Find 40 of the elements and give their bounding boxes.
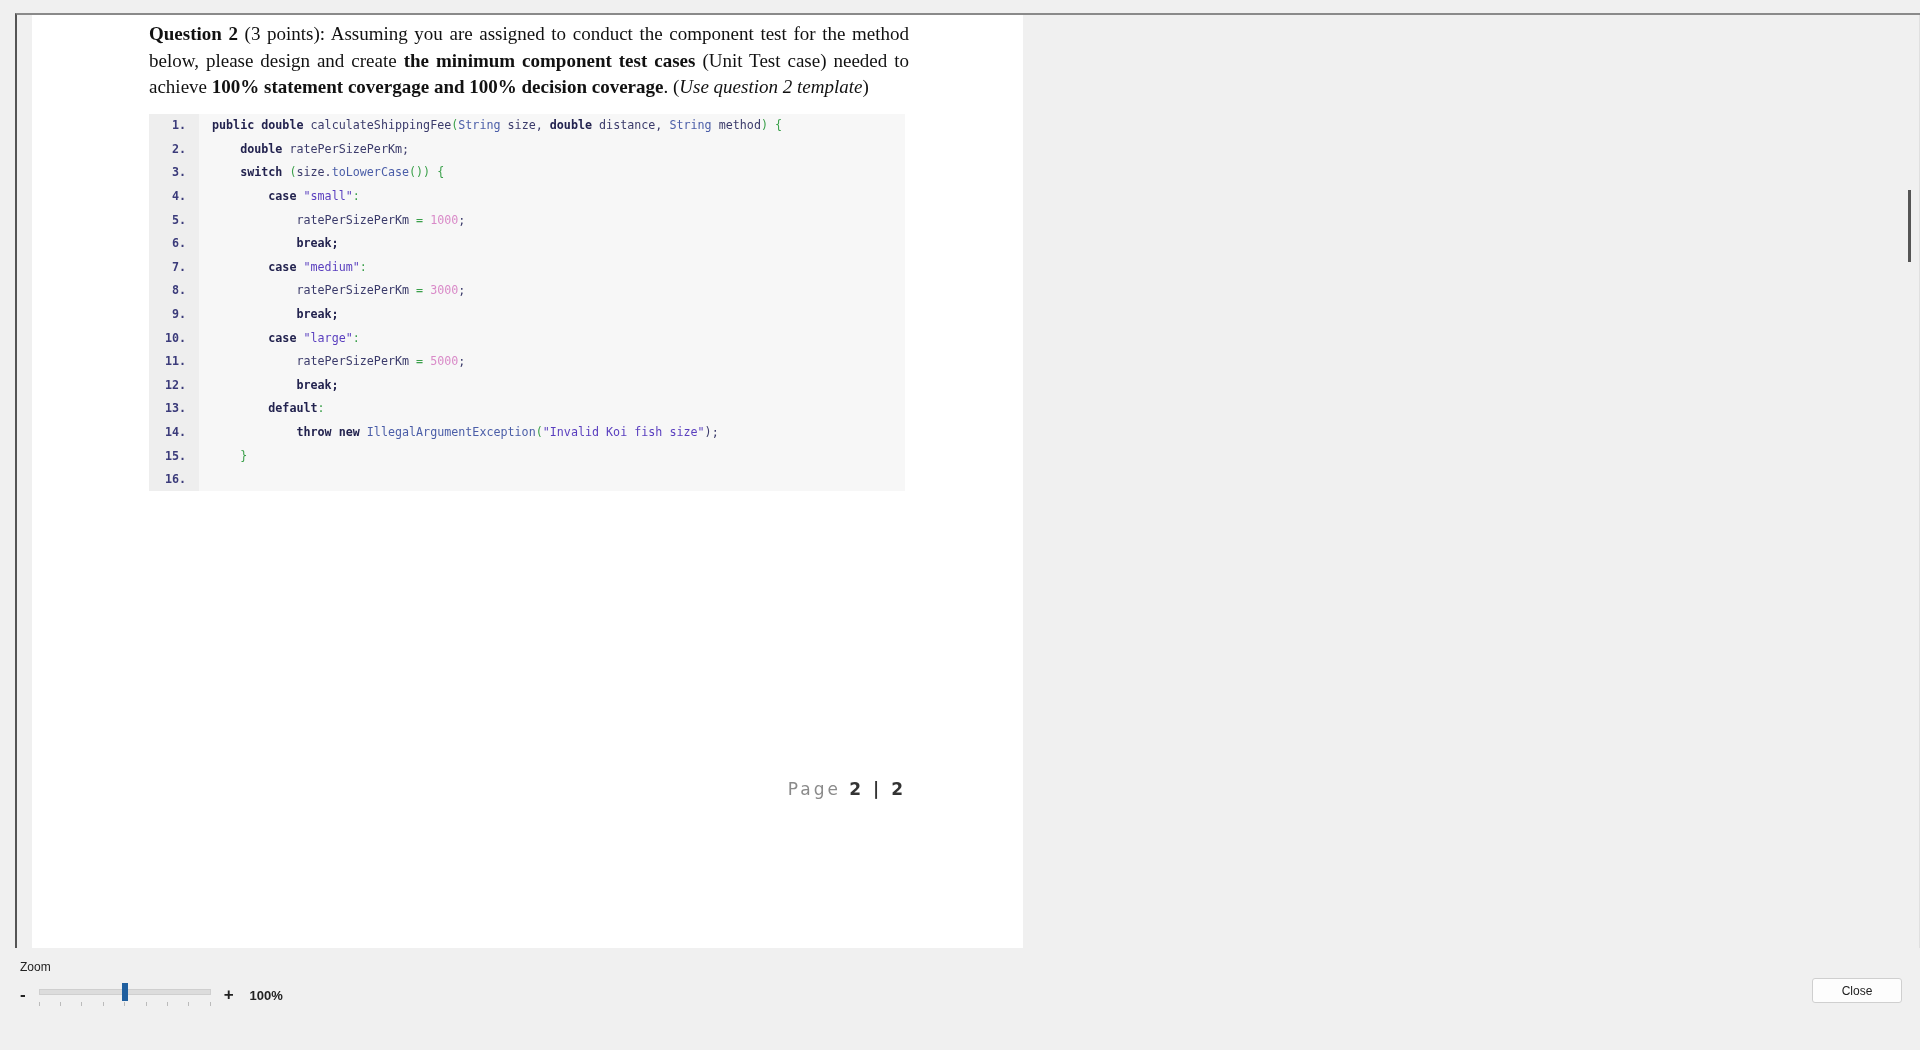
- line-number: 12.: [149, 373, 199, 397]
- slider-thumb[interactable]: [121, 983, 128, 1001]
- line-number: 7.: [149, 255, 199, 279]
- question-text: Question 2 (3 points): Assuming you are assigned to conduct the component test for the method below, please design and create the minimum component test cases (Unit Test case) needed to achieve 100% statement covergage and 100% decision coverage. (Use question 2 template): [149, 22, 909, 99]
- code-line: break;: [295, 236, 339, 251]
- code-line: ratePerSizePerKm = 1000;: [295, 212, 466, 227]
- line-number: 6.: [149, 231, 199, 256]
- line-number: 16.: [149, 467, 199, 491]
- line-number: 3.: [149, 160, 199, 185]
- line-number: 5.: [149, 207, 199, 232]
- line-number: 14.: [149, 420, 199, 444]
- line-number: 8.: [149, 278, 199, 303]
- code-line: ratePerSizePerKm = 3000;: [295, 283, 466, 298]
- close-button[interactable]: Close: [1812, 978, 1902, 1003]
- code-line: ratePerSizePerKm = 5000;: [295, 354, 466, 369]
- line-number: 2.: [149, 137, 199, 161]
- line-number: 4.: [149, 184, 199, 208]
- code-line: default:: [267, 401, 325, 416]
- code-line: case "medium":: [267, 259, 367, 274]
- code-line: public double calculateShippingFee(String size, double distance, String method) {: [211, 118, 783, 133]
- line-number: 10.: [149, 325, 199, 350]
- scrollbar-thumb[interactable]: [1907, 190, 1911, 262]
- code-line: case "small":: [267, 189, 360, 204]
- code-line: switch (size.toLowerCase()) {: [239, 165, 445, 180]
- line-number: 11.: [149, 349, 199, 374]
- line-number: 1.: [149, 113, 199, 138]
- line-number: 13.: [149, 396, 199, 421]
- code-line: break;: [295, 307, 339, 322]
- code-line: double ratePerSizePerKm;: [239, 141, 410, 156]
- code-line: break;: [295, 377, 339, 392]
- zoom-label: Zoom: [20, 960, 52, 974]
- line-number: 9.: [149, 302, 199, 326]
- line-number: 15.: [149, 443, 199, 468]
- code-line: throw new IllegalArgumentException("Invalid Koi fish size");: [295, 425, 719, 439]
- code-line: }: [239, 448, 248, 463]
- zoom-in-button[interactable]: +: [223, 985, 234, 1005]
- zoom-out-button[interactable]: -: [20, 985, 26, 1005]
- page-number: Page 2 | 2: [786, 779, 906, 799]
- zoom-percent: 100%: [249, 987, 283, 1003]
- code-line: case "large":: [267, 330, 360, 345]
